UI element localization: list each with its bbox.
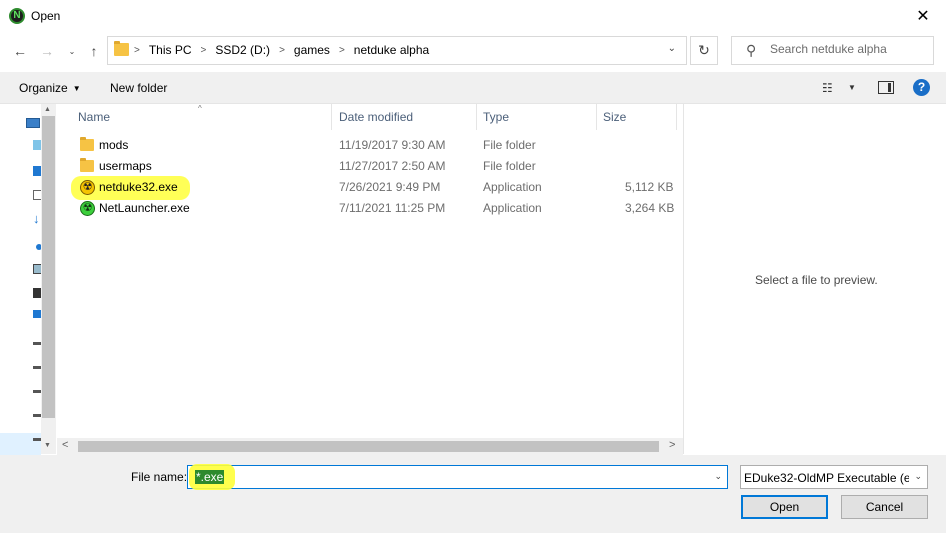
drive-icon[interactable] bbox=[33, 342, 41, 345]
chevron-down-icon: ⌄ bbox=[68, 46, 76, 56]
sort-caret-icon: ^ bbox=[198, 104, 202, 113]
scroll-right-icon[interactable]: > bbox=[669, 439, 675, 451]
close-button[interactable]: ✕ bbox=[900, 0, 946, 32]
table-row[interactable]: ☢ netduke32.exe 7/26/2021 9:49 PM Applic… bbox=[71, 177, 683, 198]
scroll-up-icon[interactable]: ▲ bbox=[44, 106, 51, 113]
file-type: File folder bbox=[483, 159, 536, 173]
file-type: Application bbox=[483, 201, 542, 215]
scroll-left-icon[interactable]: < bbox=[62, 439, 68, 451]
folder-icon bbox=[114, 41, 129, 56]
chevron-down-icon[interactable]: ⌄ bbox=[914, 471, 922, 482]
file-name-input[interactable]: *.exe ⌄ bbox=[187, 464, 728, 490]
arrow-left-icon: ← bbox=[13, 43, 27, 59]
view-options-icon[interactable]: ☷ bbox=[822, 81, 833, 95]
column-divider[interactable] bbox=[676, 104, 677, 130]
column-type[interactable]: Type bbox=[483, 110, 509, 124]
file-date: 7/11/2021 11:25 PM bbox=[339, 201, 446, 215]
address-bar[interactable]: > This PC > SSD2 (D:) > games > netduke … bbox=[107, 36, 687, 65]
organize-button[interactable]: Organize ▼ bbox=[19, 81, 81, 95]
refresh-icon: ↻ bbox=[698, 42, 710, 58]
column-divider[interactable] bbox=[331, 104, 332, 130]
file-name: netduke32.exe bbox=[99, 180, 178, 194]
breadcrumb-games[interactable]: games bbox=[294, 43, 330, 57]
chevron-right-icon: > bbox=[338, 44, 345, 56]
table-row[interactable]: usermaps 11/27/2017 2:50 AM File folder bbox=[71, 156, 683, 177]
horizontal-scroll-thumb[interactable] bbox=[78, 441, 659, 452]
table-row[interactable]: mods 11/19/2017 9:30 AM File folder bbox=[71, 135, 683, 156]
file-name-label: File name: bbox=[131, 470, 188, 484]
column-size[interactable]: Size bbox=[603, 110, 626, 124]
file-type-filter[interactable]: EDuke32-OldMP Executable (e ⌄ bbox=[740, 465, 928, 489]
command-bar: Organize ▼ New folder ☷ ▼ bbox=[0, 72, 946, 104]
search-icon: ⚲ bbox=[746, 42, 757, 58]
address-dropdown-icon[interactable]: ⌄ bbox=[668, 43, 676, 54]
close-icon: ✕ bbox=[916, 8, 930, 25]
column-divider[interactable] bbox=[596, 104, 597, 130]
table-row[interactable]: ☢ NetLauncher.exe 7/11/2021 11:25 PM App… bbox=[71, 198, 683, 219]
breadcrumb-netduke-alpha[interactable]: netduke alpha bbox=[354, 43, 429, 57]
drive-icon[interactable] bbox=[33, 390, 41, 393]
file-date: 7/26/2021 9:49 PM bbox=[339, 180, 441, 194]
breadcrumb-this-pc[interactable]: This PC bbox=[149, 43, 192, 57]
file-type-filter-value: EDuke32-OldMP Executable (e bbox=[744, 471, 909, 485]
nav-scroll-thumb[interactable] bbox=[42, 116, 55, 418]
file-date: 11/19/2017 9:30 AM bbox=[339, 138, 446, 152]
caret-down-icon: ▼ bbox=[72, 84, 81, 93]
refresh-button[interactable]: ↻ bbox=[690, 36, 718, 65]
breadcrumb: > This PC > SSD2 (D:) > games > netduke … bbox=[134, 43, 429, 57]
organize-label: Organize bbox=[19, 81, 68, 95]
file-list: ^ Name Date modified Type Size mods 11/1… bbox=[57, 104, 683, 454]
drive-icon[interactable] bbox=[33, 310, 41, 318]
window-title: Open bbox=[31, 9, 61, 23]
folder-icon bbox=[80, 158, 94, 172]
search-input[interactable] bbox=[770, 42, 930, 56]
this-pc-icon[interactable] bbox=[26, 118, 40, 128]
file-size: 3,264 KB bbox=[625, 201, 675, 215]
file-name: mods bbox=[99, 138, 129, 152]
arrow-up-icon: ↑ bbox=[90, 43, 98, 59]
preview-pane-icon[interactable] bbox=[878, 81, 894, 94]
drive-icon[interactable] bbox=[33, 414, 41, 417]
file-type: File folder bbox=[483, 138, 536, 152]
forward-button[interactable]: → bbox=[38, 40, 56, 62]
help-icon[interactable]: ? bbox=[913, 79, 930, 96]
column-divider[interactable] bbox=[476, 104, 477, 130]
file-type: Application bbox=[483, 180, 542, 194]
title-bar: N Open ✕ bbox=[0, 0, 946, 32]
folder-icon bbox=[80, 137, 94, 151]
drive-icon[interactable] bbox=[33, 438, 41, 441]
file-date: 11/27/2017 2:50 AM bbox=[339, 159, 446, 173]
caret-down-icon[interactable]: ▼ bbox=[848, 83, 856, 92]
back-button[interactable]: ← bbox=[11, 40, 29, 62]
search-box[interactable]: ⚲ bbox=[731, 36, 934, 65]
nav-selected-item bbox=[0, 433, 41, 455]
file-size: 5,112 KB bbox=[625, 180, 674, 194]
file-name: NetLauncher.exe bbox=[99, 201, 190, 215]
radiation-yellow-icon: ☢ bbox=[80, 180, 95, 195]
horizontal-scrollbar[interactable]: < > bbox=[57, 438, 683, 455]
file-name-value[interactable]: *.exe bbox=[195, 470, 225, 484]
drive-icon[interactable] bbox=[33, 366, 41, 369]
app-icon: N bbox=[9, 8, 25, 24]
up-button[interactable]: ↑ bbox=[86, 40, 102, 62]
preview-divider[interactable] bbox=[683, 104, 684, 454]
new-folder-button[interactable]: New folder bbox=[110, 81, 167, 95]
column-headers: ^ Name Date modified Type Size bbox=[57, 104, 683, 130]
scroll-down-icon[interactable]: ▼ bbox=[44, 442, 51, 449]
chevron-right-icon: > bbox=[200, 44, 207, 56]
recent-locations-button[interactable]: ⌄ bbox=[66, 40, 78, 62]
arrow-right-icon: → bbox=[40, 43, 54, 59]
chevron-right-icon: > bbox=[279, 44, 285, 56]
nav-scrollbar[interactable]: ▲ ▼ bbox=[41, 104, 56, 454]
breadcrumb-drive[interactable]: SSD2 (D:) bbox=[215, 43, 270, 57]
chevron-right-icon: > bbox=[134, 44, 140, 56]
file-name: usermaps bbox=[99, 159, 152, 173]
cancel-button[interactable]: Cancel bbox=[841, 495, 928, 519]
preview-placeholder: Select a file to preview. bbox=[755, 273, 878, 287]
chevron-down-icon[interactable]: ⌄ bbox=[714, 471, 722, 482]
open-button[interactable]: Open bbox=[741, 495, 828, 519]
column-name[interactable]: Name bbox=[78, 110, 110, 124]
radiation-green-icon: ☢ bbox=[80, 201, 95, 216]
column-date-modified[interactable]: Date modified bbox=[339, 110, 413, 124]
